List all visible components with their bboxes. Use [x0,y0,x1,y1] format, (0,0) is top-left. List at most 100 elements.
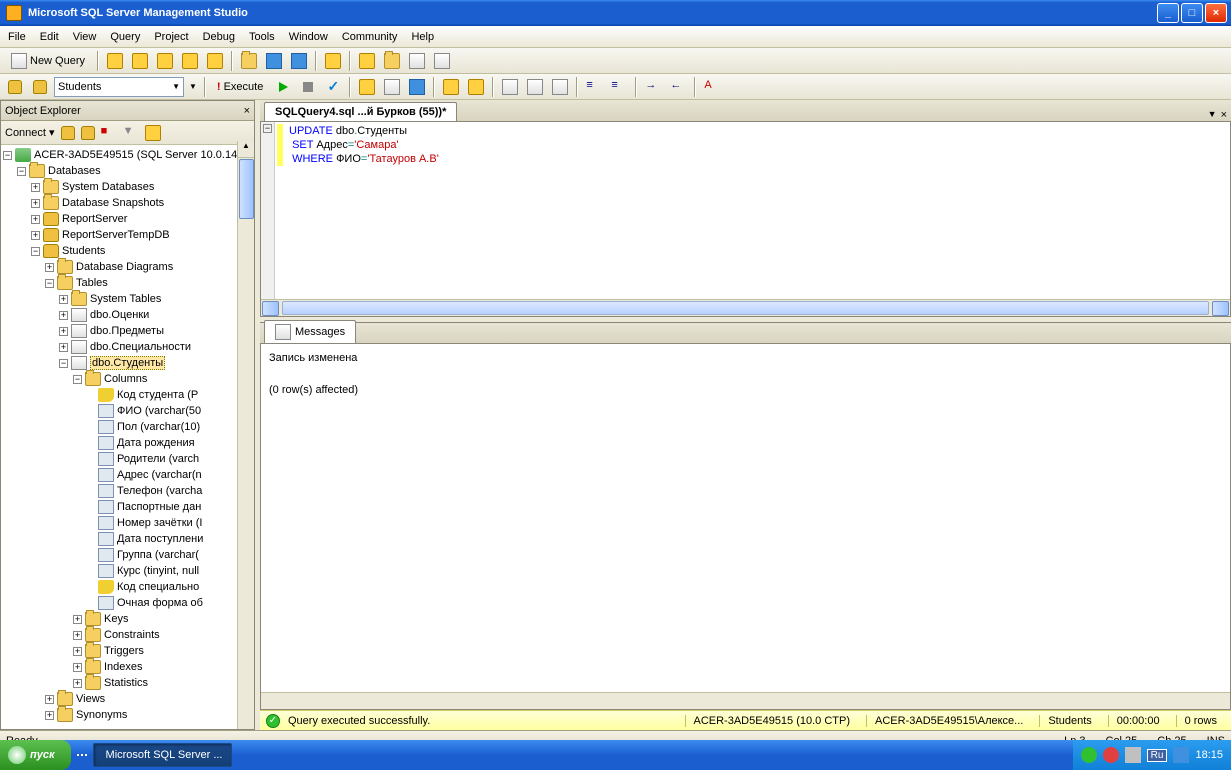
messages-pane[interactable]: Запись изменена (0 row(s) affected) [260,344,1231,710]
close-panel-icon[interactable]: × [244,105,250,117]
tree-node[interactable]: +ReportServerTempDB [1,227,254,243]
quick-launch-icon[interactable] [85,754,87,756]
quick-launch-icon[interactable] [81,754,83,756]
tree-col[interactable]: Дата поступлени [1,531,254,547]
tree-node[interactable]: +dbo.Оценки [1,307,254,323]
tree-node-selected[interactable]: −dbo.Студенты [1,355,254,371]
tree-node[interactable]: −Tables [1,275,254,291]
tree-node[interactable]: +dbo.Специальности [1,339,254,355]
tree-col[interactable]: Паспортные дан [1,499,254,515]
tray-icon[interactable] [1081,747,1097,763]
menu-project[interactable]: Project [154,31,188,43]
tree-col[interactable]: Родители (varch [1,451,254,467]
chevron-down-icon[interactable]: ▼ [187,82,199,91]
tree-node[interactable]: +Statistics [1,675,254,691]
include-plan-button[interactable] [440,76,462,98]
tree-node[interactable]: +Keys [1,611,254,627]
properties-button[interactable] [431,50,453,72]
tree-node[interactable]: +System Tables [1,291,254,307]
sql-editor[interactable]: − UPDATE dbo.Студенты SET Адрес='Самара'… [260,122,1231,317]
tree-col[interactable]: Телефон (varcha [1,483,254,499]
tree-col[interactable]: Курс (tinyint, null [1,563,254,579]
tray-icon[interactable] [1173,747,1189,763]
intellisense-button[interactable] [406,76,428,98]
menu-edit[interactable]: Edit [40,31,59,43]
scroll-up-icon[interactable]: ▲ [238,141,254,158]
language-indicator[interactable]: Ru [1147,749,1168,762]
code-area[interactable]: UPDATE dbo.Студенты SET Адрес='Самара' W… [285,122,443,316]
save-button[interactable] [263,50,285,72]
menu-community[interactable]: Community [342,31,398,43]
tool-button[interactable] [154,50,176,72]
parse-button[interactable]: ✓ [322,76,344,98]
tree-node[interactable]: +dbo.Предметы [1,323,254,339]
query-options-button[interactable] [381,76,403,98]
available-databases-btn[interactable] [29,76,51,98]
tree-server-node[interactable]: −ACER-3AD5E49515 (SQL Server 10.0.14 [1,147,254,163]
taskbar-item-ssms[interactable]: Microsoft SQL Server ... [93,743,232,767]
save-all-button[interactable] [288,50,310,72]
include-stats-button[interactable] [465,76,487,98]
results-file-button[interactable] [549,76,571,98]
quick-launch-icon[interactable] [77,754,79,756]
messages-hscrollbar[interactable] [261,692,1230,709]
estimated-plan-button[interactable] [356,76,378,98]
scrollbar-thumb[interactable] [239,159,254,219]
window-close-button[interactable]: × [1205,3,1227,23]
debug-button[interactable] [272,76,294,98]
registered-servers-button[interactable] [356,50,378,72]
tree-node[interactable]: +Triggers [1,643,254,659]
tree-col[interactable]: Дата рождения [1,435,254,451]
scroll-right-icon[interactable] [1212,301,1229,316]
messages-tab[interactable]: Messages [264,320,356,343]
change-connection-button[interactable] [4,76,26,98]
outline-gutter[interactable]: − [261,122,275,316]
activity-button[interactable] [322,50,344,72]
filter-icon[interactable]: ▼ [123,125,139,141]
tree-col[interactable]: Пол (varchar(10) [1,419,254,435]
template-button[interactable] [406,50,428,72]
minimize-button[interactable]: _ [1157,3,1179,23]
menu-debug[interactable]: Debug [203,31,235,43]
clock[interactable]: 18:15 [1195,749,1223,761]
tool-button[interactable] [104,50,126,72]
tree-databases-node[interactable]: −Databases [1,163,254,179]
tree-node[interactable]: +Synonyms [1,707,254,723]
objexp-tree[interactable]: −ACER-3AD5E49515 (SQL Server 10.0.14 −Da… [1,145,254,729]
document-tab[interactable]: SQLQuery4.sql ...й Бурков (55))* [264,102,457,121]
tree-node[interactable]: +Database Diagrams [1,259,254,275]
tree-node[interactable]: +ReportServer [1,211,254,227]
disconnect-icon[interactable] [81,126,95,140]
tree-node[interactable]: +Views [1,691,254,707]
uncomment-button[interactable]: ≡ [608,76,630,98]
menu-tools[interactable]: Tools [249,31,275,43]
refresh-icon[interactable] [145,125,161,141]
maximize-button[interactable]: □ [1181,3,1203,23]
new-query-button[interactable]: New Query [4,50,92,72]
start-button[interactable]: пуск [0,740,71,770]
tree-node[interactable]: −Columns [1,371,254,387]
tool-button[interactable] [179,50,201,72]
menu-window[interactable]: Window [289,31,328,43]
open-button[interactable] [238,50,260,72]
scroll-left-icon[interactable] [262,301,279,316]
menu-file[interactable]: File [8,31,26,43]
tree-col[interactable]: Номер зачётки (I [1,515,254,531]
tree-node[interactable]: +Indexes [1,659,254,675]
execute-button[interactable]: ! Execute [211,76,269,98]
database-combobox[interactable]: Students ▼ [54,77,184,97]
results-grid-button[interactable] [524,76,546,98]
connect-icon[interactable] [61,126,75,140]
stop-icon[interactable]: ■ [101,125,117,141]
scrollbar-thumb[interactable] [282,301,1209,315]
active-files-icon[interactable]: ▼ [1208,109,1217,121]
tree-col[interactable]: Группа (varchar( [1,547,254,563]
tree-col[interactable]: Очная форма об [1,595,254,611]
menu-view[interactable]: View [73,31,97,43]
indent-button[interactable]: → [642,76,664,98]
tree-node[interactable]: +System Databases [1,179,254,195]
tree-col[interactable]: ФИО (varchar(50 [1,403,254,419]
object-explorer-button[interactable] [381,50,403,72]
objexp-scrollbar[interactable]: ▲ [237,141,254,729]
connect-button[interactable]: Connect ▾ [5,126,55,139]
